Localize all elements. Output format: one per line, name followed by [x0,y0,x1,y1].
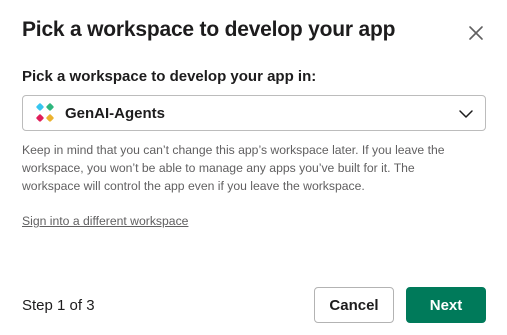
sign-into-different-workspace-link[interactable]: Sign into a different workspace [22,214,188,228]
workspace-select-label: Pick a workspace to develop your app in: [22,68,317,85]
workspace-help-text: Keep in mind that you can’t change this … [22,143,445,193]
create-app-modal: Pick a workspace to develop your app Pic… [0,0,507,335]
workspace-select-value: GenAI-Agents [65,104,166,122]
cancel-button[interactable]: Cancel [314,287,394,323]
close-button[interactable] [464,21,488,45]
close-icon [469,26,483,40]
chevron-down-icon [459,110,473,118]
next-button[interactable]: Next [406,287,486,323]
step-indicator: Step 1 of 3 [22,297,95,314]
dialog-title: Pick a workspace to develop your app [22,18,396,41]
workspace-select[interactable]: GenAI-Agents [22,95,486,131]
workspace-logo-icon [34,102,56,124]
